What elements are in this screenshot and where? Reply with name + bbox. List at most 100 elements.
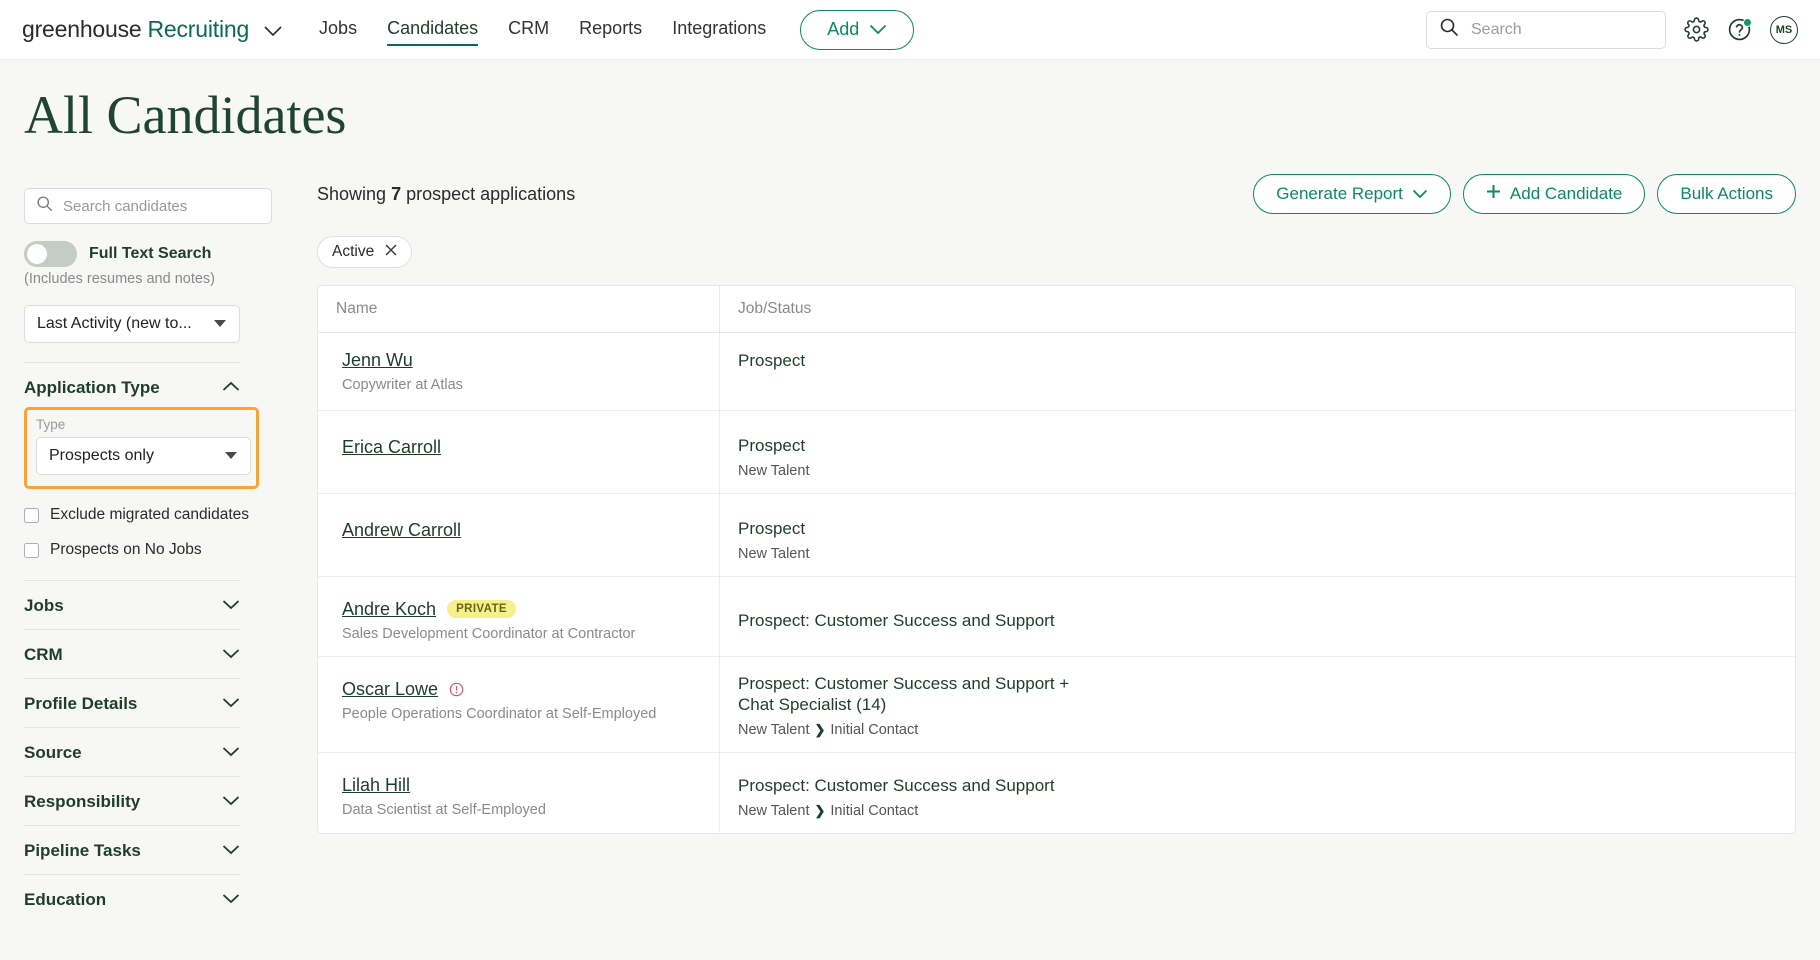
candidate-name-link[interactable]: Lilah Hill [342,775,410,796]
table-row[interactable]: Oscar Lowe People Operations Coordinator… [318,656,1795,753]
brand-word-greenhouse: greenhouse [22,16,142,42]
chevron-down-icon[interactable] [263,24,283,42]
candidate-name-link[interactable]: Jenn Wu [342,350,413,371]
checkbox-icon[interactable] [24,507,39,523]
column-header-name[interactable]: Name [318,286,720,332]
nav-link-reports[interactable]: Reports [579,18,642,42]
filter-section-title: Profile Details [24,694,138,713]
chevron-down-icon [1412,184,1428,204]
job-title: Prospect: Customer Success and Support [738,776,1055,795]
job-stage: New Talent ❯ Initial Contact [738,803,1777,819]
filter-chips: Active [317,236,1796,268]
cell-job-status: Prospect: Customer Success and Support [720,577,1795,656]
brand-logo[interactable]: greenhouse Recruiting [22,16,283,43]
gear-icon[interactable] [1684,17,1709,42]
results-count-text: Showing 7 prospect applications [317,184,575,205]
candidate-name-link[interactable]: Andre Koch [342,599,436,620]
table-row[interactable]: Jenn Wu Copywriter at Atlas Prospect [318,333,1795,411]
bulk-actions-button[interactable]: Bulk Actions [1657,174,1796,214]
candidate-name-link[interactable]: Erica Carroll [342,437,441,458]
help-circle-icon[interactable] [1727,17,1752,42]
chevron-down-icon [222,842,240,860]
nav-link-crm[interactable]: CRM [508,18,549,42]
generate-report-label: Generate Report [1276,184,1403,203]
column-header-job-status[interactable]: Job/Status [720,286,1795,332]
filter-section-application-type[interactable]: Application Type [24,363,240,411]
showing-count: 7 [391,183,402,204]
close-icon[interactable] [385,243,397,261]
job-stage: New Talent [738,546,1777,562]
page-title: All Candidates [24,85,347,145]
filter-section-jobs[interactable]: Jobs [24,581,240,629]
page-body: Full Text Search (Includes resumes and n… [0,146,1820,923]
table-row[interactable]: Andrew Carroll Prospect New Talent [318,493,1795,577]
candidate-name-line: Oscar Lowe [342,679,701,700]
results-header: Showing 7 prospect applications Generate… [317,174,1796,214]
add-button[interactable]: Add [800,9,915,50]
candidate-name-link[interactable]: Oscar Lowe [342,679,438,700]
candidate-name-line: Lilah Hill [342,775,701,796]
nav-link-jobs[interactable]: Jobs [319,18,357,42]
table-row[interactable]: Lilah Hill Data Scientist at Self-Employ… [318,753,1795,833]
cell-job-status: Prospect: Customer Success and Support N… [720,753,1795,833]
type-select[interactable]: Prospects only [36,437,251,475]
candidate-search[interactable] [24,188,272,224]
generate-report-button[interactable]: Generate Report [1253,174,1451,214]
full-text-search-label: Full Text Search [89,245,212,262]
filter-section-source[interactable]: Source [24,728,240,776]
candidate-subtitle: Data Scientist at Self-Employed [342,802,546,818]
filter-section-pipeline-tasks[interactable]: Pipeline Tasks [24,826,240,874]
chevron-right-icon: ❯ [814,802,826,818]
sort-select[interactable]: Last Activity (new to... [24,305,240,343]
cell-job-status: Prospect: Customer Success and Support +… [720,657,1795,753]
showing-prefix: Showing [317,183,387,204]
job-stage: New Talent [738,463,1777,479]
stage-label-2: Initial Contact [830,802,919,819]
caret-down-icon [224,447,238,465]
search-icon [36,195,53,217]
candidate-name-line: Andrew Carroll [342,520,701,541]
candidate-name-line: Erica Carroll [342,437,701,458]
nav-link-integrations[interactable]: Integrations [672,18,766,42]
main-content: Showing 7 prospect applications Generate… [274,146,1820,923]
filter-section-title: Source [24,743,82,762]
avatar[interactable]: MS [1770,15,1798,44]
candidate-name-line: Jenn Wu [342,350,701,371]
global-search[interactable] [1426,10,1666,49]
full-text-search-toggle[interactable] [24,241,77,267]
warning-icon[interactable] [449,682,464,697]
job-title: Prospect [738,351,806,370]
filter-section-crm[interactable]: CRM [24,630,240,678]
job-title: Prospect: Customer Success and Support [738,610,1055,630]
full-text-search-subtext: (Includes resumes and notes) [24,271,216,287]
table-row[interactable]: Erica Carroll Prospect New Talent [318,411,1795,494]
cell-name: Andre Koch PRIVATE Sales Development Coo… [318,576,720,656]
filter-section-responsibility[interactable]: Responsibility [24,777,240,825]
checkbox-icon[interactable] [24,542,39,558]
search-input[interactable] [1471,20,1653,39]
top-navigation-bar: greenhouse Recruiting Jobs Candidates CR… [0,0,1820,60]
filter-section-profile-details[interactable]: Profile Details [24,679,240,727]
search-candidates-input[interactable] [63,197,260,215]
stage-label-2: Initial Contact [830,722,919,738]
filter-chip-active[interactable]: Active [317,236,413,268]
cell-name: Andrew Carroll [318,493,720,576]
primary-nav-links: Jobs Candidates CRM Reports Integrations [319,18,766,46]
filters-sidebar: Full Text Search (Includes resumes and n… [24,146,274,923]
candidate-subtitle: People Operations Coordinator at Self-Em… [342,705,657,722]
checkbox-exclude-migrated[interactable]: Exclude migrated candidates [24,506,274,524]
add-candidate-label: Add Candidate [1509,184,1623,203]
add-candidate-button[interactable]: Add Candidate [1462,174,1646,214]
sort-select-value: Last Activity (new to... [37,315,192,332]
checkbox-prospects-no-jobs[interactable]: Prospects on No Jobs [24,541,274,559]
filter-section-education[interactable]: Education [24,875,240,923]
type-select-value: Prospects only [49,447,154,464]
filter-section-title: Pipeline Tasks [24,841,141,860]
caret-down-icon [213,315,227,333]
cell-name: Erica Carroll [318,411,720,493]
filter-section-title: CRM [24,645,63,664]
candidate-name-link[interactable]: Andrew Carroll [342,520,461,541]
cell-name: Oscar Lowe People Operations Coordinator… [318,656,720,752]
nav-link-candidates[interactable]: Candidates [387,18,479,46]
table-row[interactable]: Andre Koch PRIVATE Sales Development Coo… [318,576,1795,657]
